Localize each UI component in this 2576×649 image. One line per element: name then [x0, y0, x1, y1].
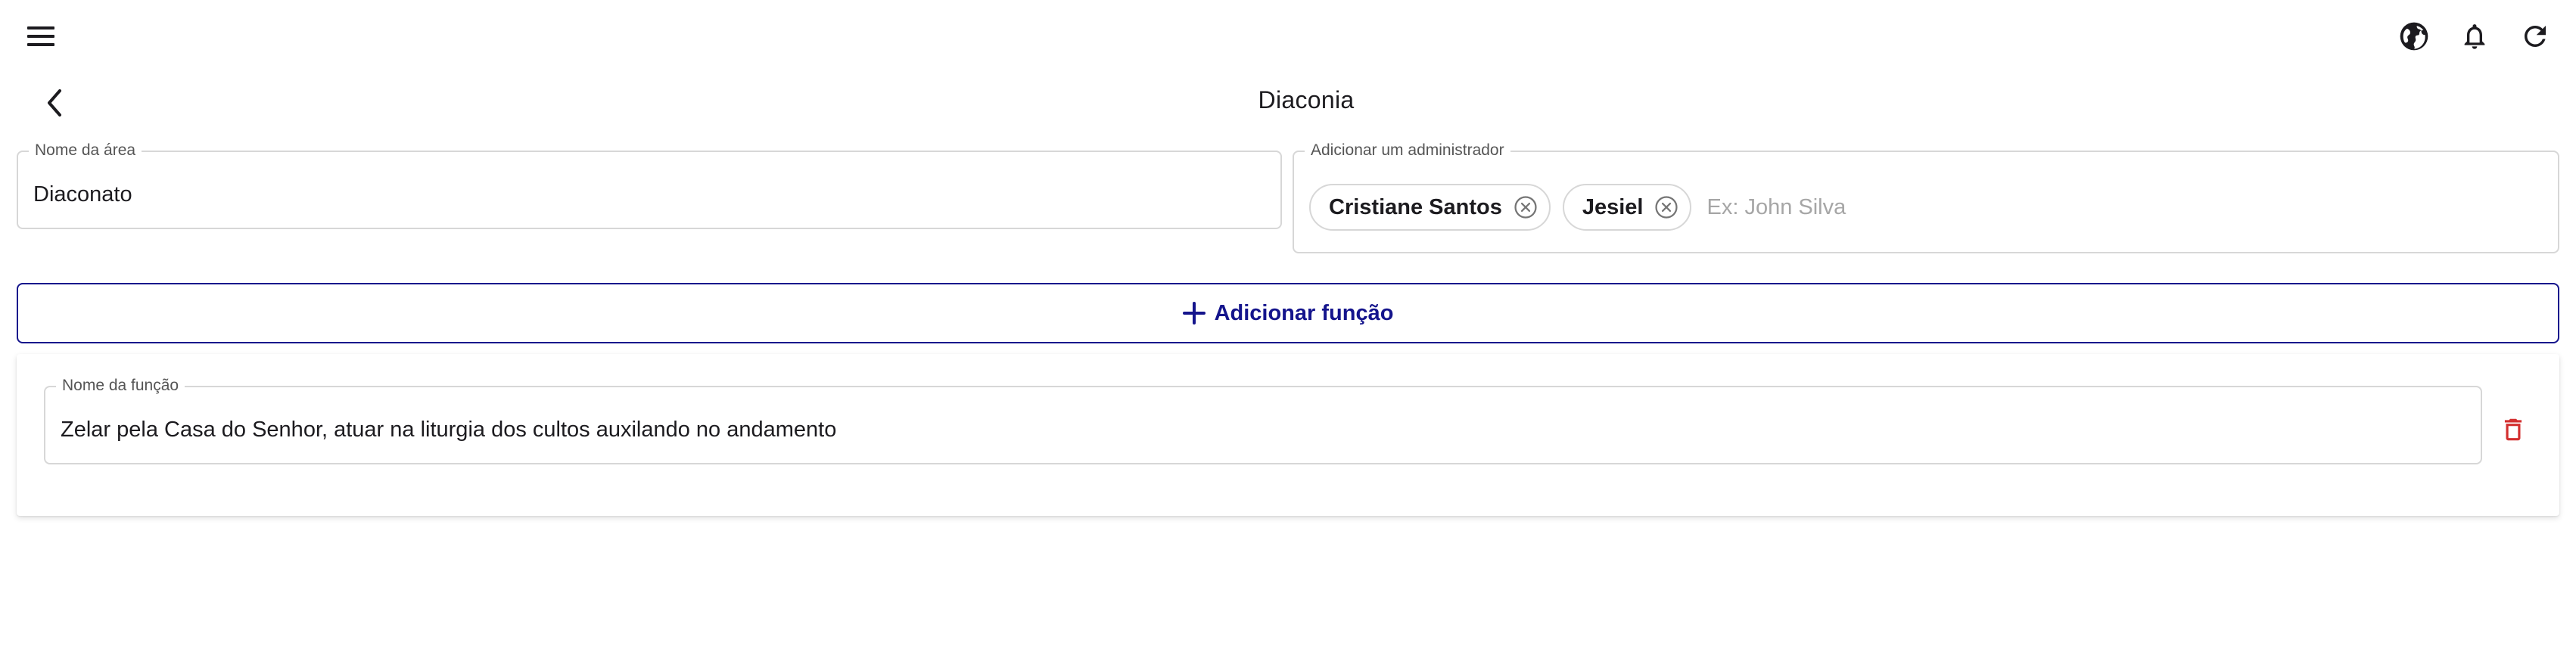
delete-function-button[interactable]: [2490, 405, 2537, 454]
plus-icon: [1182, 302, 1206, 324]
remove-circle-icon[interactable]: [1654, 194, 1679, 220]
admin-field[interactable]: Adicionar um administrador Cristiane San…: [1293, 141, 2559, 253]
trash-icon: [2504, 418, 2522, 441]
admin-chip[interactable]: Jesiel: [1562, 184, 1692, 231]
function-card: Nome da função Zelar pela Casa do Senhor…: [17, 354, 2559, 516]
area-name-label: Nome da área: [29, 141, 142, 160]
bell-icon: [2464, 24, 2485, 49]
language-button[interactable]: [2388, 12, 2440, 61]
add-function-button[interactable]: Adicionar função: [17, 283, 2559, 343]
admin-chip-list: Cristiane Santos Jesiel: [1309, 184, 2161, 231]
globe-icon: [2400, 22, 2428, 51]
area-name-field[interactable]: Nome da área Diaconato: [17, 141, 1282, 229]
admin-search-input[interactable]: [1706, 194, 2161, 220]
menu-icon: [27, 26, 54, 46]
refresh-icon: [2525, 26, 2546, 47]
remove-circle-icon[interactable]: [1513, 194, 1538, 220]
admin-chip-label: Cristiane Santos: [1329, 194, 1502, 219]
admin-chip-label: Jesiel: [1582, 194, 1644, 219]
page-title: Diaconia: [1258, 86, 1355, 113]
add-function-label: Adicionar função: [1214, 300, 1394, 325]
menu-button[interactable]: [11, 14, 71, 59]
admin-label: Adicionar um administrador: [1305, 141, 1510, 160]
function-name-field[interactable]: Nome da função Zelar pela Casa do Senhor…: [44, 377, 2482, 464]
area-name-value[interactable]: Diaconato: [33, 179, 132, 210]
admin-chip[interactable]: Cristiane Santos: [1309, 184, 1551, 231]
function-name-label: Nome da função: [56, 377, 185, 395]
function-name-value[interactable]: Zelar pela Casa do Senhor, atuar na litu…: [61, 415, 836, 445]
notifications-button[interactable]: [2449, 12, 2500, 61]
refresh-button[interactable]: [2509, 12, 2561, 61]
